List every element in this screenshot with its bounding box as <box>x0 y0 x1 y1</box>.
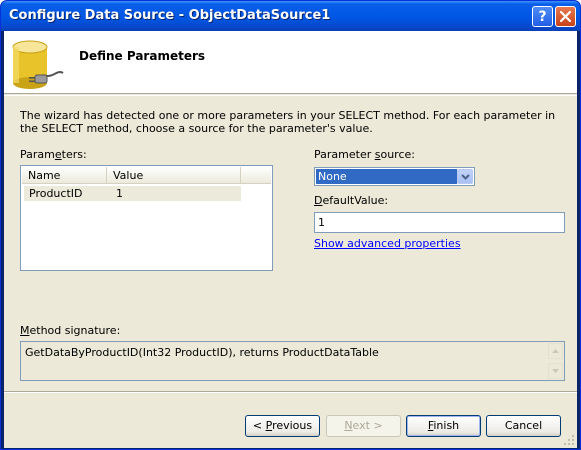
parameter-source-label-part: Parameter <box>314 148 375 161</box>
title-bar[interactable]: Configure Data Source - ObjectDataSource… <box>1 1 580 31</box>
next-button[interactable]: Next > <box>326 415 401 437</box>
column-header-value[interactable]: Value <box>107 167 241 184</box>
cancel-button[interactable]: Cancel <box>486 415 561 437</box>
parameter-source-label-rest: ource: <box>380 148 415 161</box>
finish-button[interactable]: Finish <box>406 415 481 437</box>
parameter-source-label: Parameter source: <box>314 148 415 161</box>
wizard-header: Define Parameters <box>4 31 577 94</box>
scroll-down-button[interactable] <box>548 363 563 379</box>
close-button[interactable] <box>555 6 576 27</box>
parameters-label-part: Param <box>20 148 55 161</box>
method-signature-label: Method signature: <box>20 324 120 337</box>
table-row[interactable]: ProductID 1 <box>24 186 241 201</box>
method-signature-label-rest: ethod signature: <box>29 324 121 337</box>
list-header: Name Value <box>22 167 271 184</box>
help-icon: ? <box>538 8 547 25</box>
previous-button[interactable]: < Previous <box>245 415 320 437</box>
dialog-window: Configure Data Source - ObjectDataSource… <box>0 0 581 450</box>
default-value-label-rest: efaultValue: <box>322 194 389 207</box>
parameters-label: Parameters: <box>20 148 87 161</box>
chevron-down-icon <box>552 369 559 373</box>
chevron-down-icon <box>460 173 470 180</box>
wizard-title: Define Parameters <box>79 49 206 63</box>
default-value-input[interactable]: 1 <box>314 212 565 233</box>
row-value-cell: 1 <box>116 187 123 200</box>
scroll-up-button[interactable] <box>548 343 563 359</box>
finish-label-rest: inish <box>433 419 460 432</box>
close-icon <box>560 11 571 22</box>
next-label-rest: ext > <box>352 419 383 432</box>
parameters-label-rest: ters: <box>61 148 87 161</box>
show-advanced-properties-link[interactable]: Show advanced properties <box>314 237 461 250</box>
footer-separator <box>4 391 577 393</box>
row-name-cell: ProductID <box>29 187 83 200</box>
header-divider <box>4 95 577 96</box>
default-value-label: DefaultValue: <box>314 194 388 207</box>
method-signature-box[interactable]: GetDataByProductID(Int32 ProductID), ret… <box>20 341 565 381</box>
parameter-source-select[interactable]: None <box>314 167 475 186</box>
database-plug-icon <box>12 40 64 89</box>
chevron-up-icon <box>552 349 559 353</box>
dialog-client: Define Parameters The wizard has detecte… <box>4 31 577 448</box>
parameter-source-value: None <box>316 169 457 184</box>
resize-grip-icon[interactable] <box>563 434 575 446</box>
dropdown-button[interactable] <box>457 169 473 184</box>
previous-label-part: < <box>252 419 266 432</box>
next-label-accel: N <box>344 419 353 432</box>
parameters-list[interactable]: Name Value ProductID 1 <box>20 165 273 271</box>
help-button[interactable]: ? <box>532 6 553 27</box>
parameters-label-accel: e <box>54 148 62 161</box>
previous-label-rest: revious <box>272 419 313 432</box>
wizard-description: The wizard has detected one or more para… <box>20 109 556 135</box>
column-header-name[interactable]: Name <box>22 167 107 184</box>
window-title: Configure Data Source - ObjectDataSource… <box>9 8 331 23</box>
method-signature-text: GetDataByProductID(Int32 ProductID), ret… <box>25 346 379 359</box>
method-signature-label-accel: M <box>20 324 30 337</box>
